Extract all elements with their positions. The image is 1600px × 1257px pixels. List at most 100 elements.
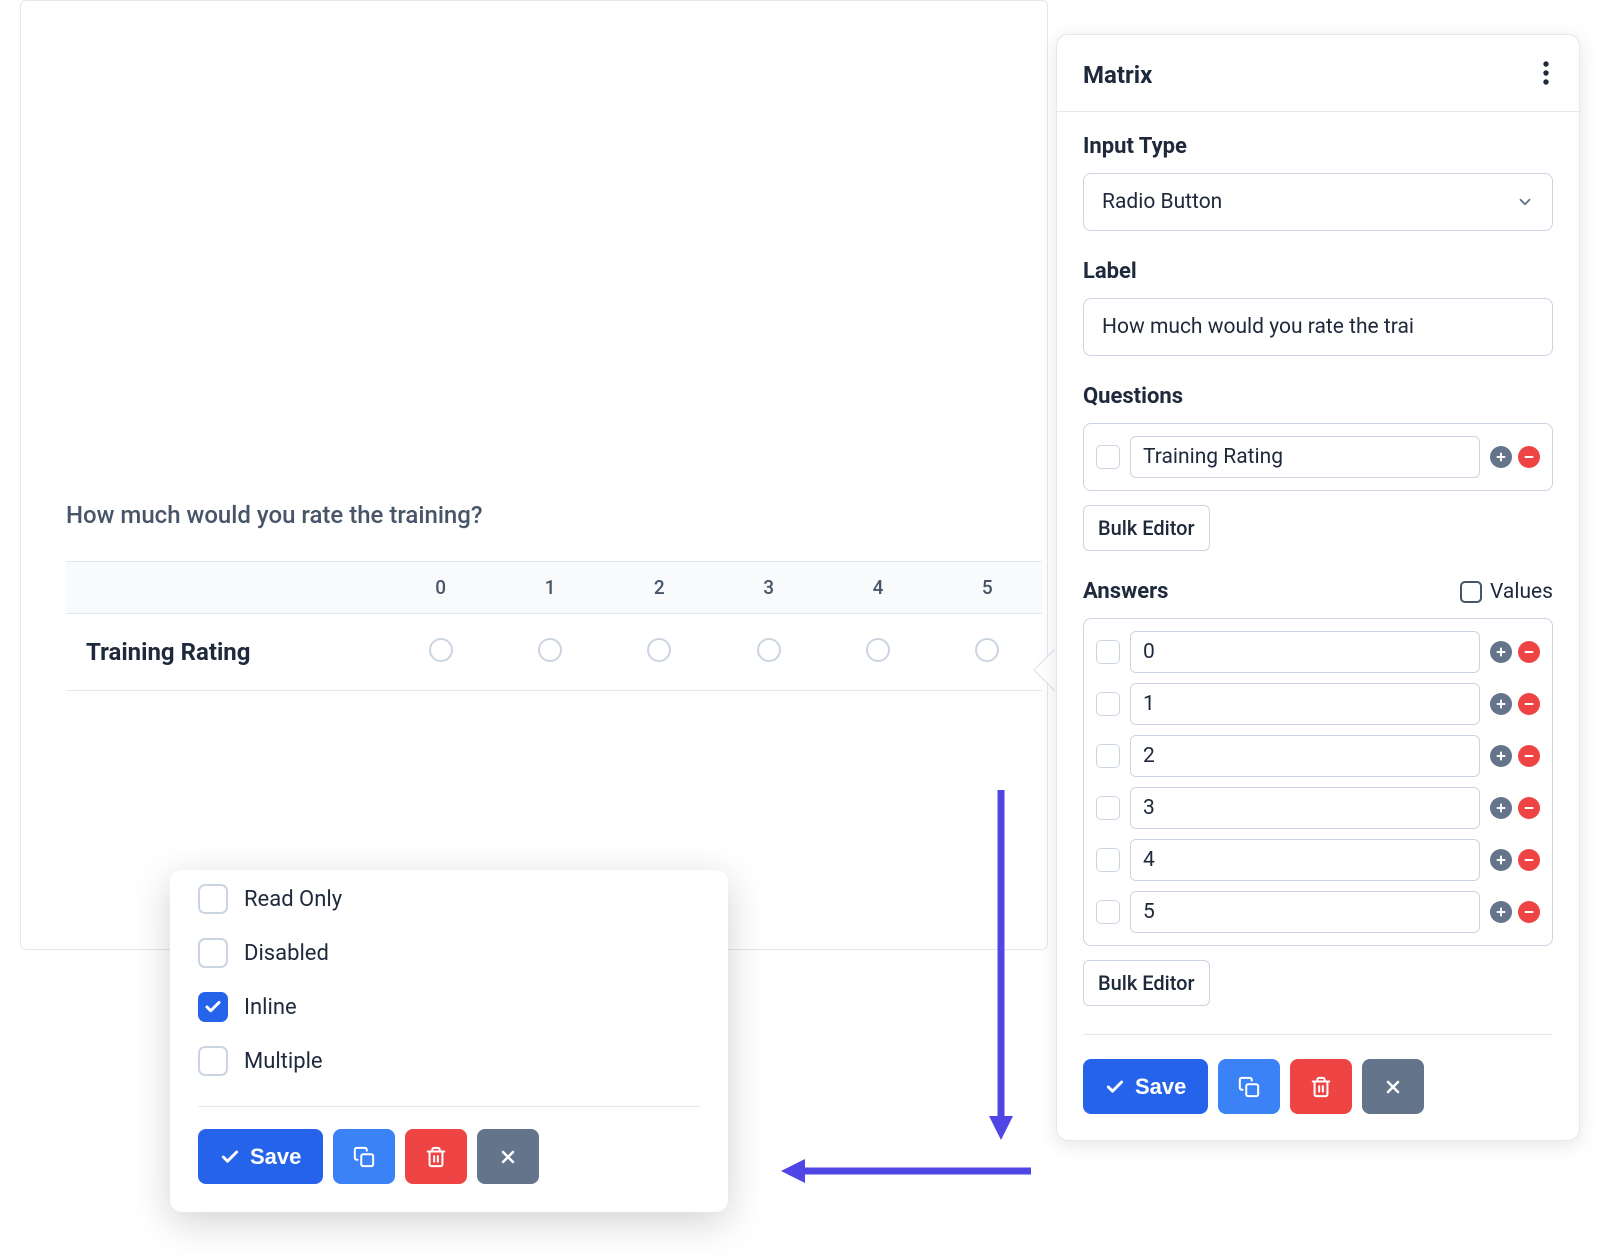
answer-input[interactable] [1130,787,1480,829]
option-label: Disabled [244,941,329,966]
minus-icon [1523,698,1535,710]
questions-label: Questions [1083,384,1553,409]
minus-icon [1523,646,1535,658]
answer-input[interactable] [1130,683,1480,725]
answer-row [1096,735,1540,777]
matrix-radio-3[interactable] [757,638,781,662]
add-answer-button[interactable] [1490,849,1512,871]
checkbox-unchecked-icon [198,1046,228,1076]
answer-row [1096,891,1540,933]
answer-row [1096,839,1540,881]
remove-answer-button[interactable] [1518,745,1540,767]
input-type-label: Input Type [1083,134,1553,159]
trash-icon [425,1146,447,1168]
config-panel: Matrix Input Type Radio Button Label Que… [1056,34,1580,1141]
popover-save-button[interactable]: Save [198,1129,323,1184]
dots-vertical-icon [1543,61,1549,85]
checkbox-checked-icon [198,992,228,1022]
add-answer-button[interactable] [1490,641,1512,663]
question-row [1096,436,1540,478]
save-label: Save [1135,1074,1186,1100]
answer-input[interactable] [1130,735,1480,777]
drag-handle[interactable] [1096,445,1120,469]
preview-panel: How much would you rate the training? 0 … [20,0,1048,950]
more-menu-button[interactable] [1539,57,1553,93]
matrix-radio-4[interactable] [866,638,890,662]
minus-icon [1523,750,1535,762]
drag-handle[interactable] [1096,640,1120,664]
answer-row [1096,787,1540,829]
close-button[interactable] [1362,1059,1424,1114]
close-icon [1383,1077,1403,1097]
drag-handle[interactable] [1096,900,1120,924]
copy-icon [353,1146,375,1168]
drag-handle[interactable] [1096,692,1120,716]
options-popover: Read Only Disabled Inline Multiple Save [170,870,728,1212]
answers-bulk-editor-button[interactable]: Bulk Editor [1083,960,1210,1006]
save-button[interactable]: Save [1083,1059,1208,1114]
answer-row [1096,683,1540,725]
answer-input[interactable] [1130,891,1480,933]
chevron-down-icon [1516,193,1534,211]
input-type-value: Radio Button [1102,190,1222,214]
input-type-select[interactable]: Radio Button [1083,173,1553,231]
label-input[interactable] [1083,298,1553,356]
matrix-header-col: 4 [823,562,932,614]
label-label: Label [1083,259,1553,284]
checkbox-unchecked-icon [198,884,228,914]
annotation-arrow-left [781,1155,1031,1187]
popover-close-button[interactable] [477,1129,539,1184]
popover-copy-button[interactable] [333,1129,395,1184]
minus-icon [1523,451,1535,463]
remove-answer-button[interactable] [1518,901,1540,923]
remove-answer-button[interactable] [1518,849,1540,871]
option-row[interactable]: Disabled [198,924,700,978]
copy-button[interactable] [1218,1059,1280,1114]
popover-delete-button[interactable] [405,1129,467,1184]
preview-question-label: How much would you rate the training? [66,501,1042,529]
option-row[interactable]: Read Only [198,870,700,924]
add-answer-button[interactable] [1490,797,1512,819]
remove-question-button[interactable] [1518,446,1540,468]
matrix-radio-2[interactable] [647,638,671,662]
matrix-table: 0 1 2 3 4 5 Training Rating [66,561,1042,691]
option-row[interactable]: Multiple [198,1032,700,1086]
plus-icon [1495,906,1507,918]
plus-icon [1495,451,1507,463]
matrix-header-empty [66,562,386,614]
values-toggle[interactable]: Values [1460,580,1553,604]
answer-input[interactable] [1130,631,1480,673]
question-input[interactable] [1130,436,1480,478]
add-answer-button[interactable] [1490,901,1512,923]
delete-button[interactable] [1290,1059,1352,1114]
add-answer-button[interactable] [1490,745,1512,767]
config-title: Matrix [1083,61,1152,89]
panel-pointer-inner-icon [1035,650,1055,690]
plus-icon [1495,698,1507,710]
option-row[interactable]: Inline [198,978,700,1032]
add-question-button[interactable] [1490,446,1512,468]
remove-answer-button[interactable] [1518,641,1540,663]
matrix-row-label: Training Rating [66,614,386,691]
check-icon [220,1147,240,1167]
matrix-header-col: 2 [605,562,714,614]
option-label: Inline [244,995,297,1020]
matrix-radio-0[interactable] [429,638,453,662]
drag-handle[interactable] [1096,848,1120,872]
remove-answer-button[interactable] [1518,797,1540,819]
matrix-radio-1[interactable] [538,638,562,662]
questions-bulk-editor-button[interactable]: Bulk Editor [1083,505,1210,551]
matrix-header-col: 3 [714,562,823,614]
checkbox-unchecked-icon [198,938,228,968]
minus-icon [1523,906,1535,918]
plus-icon [1495,802,1507,814]
remove-answer-button[interactable] [1518,693,1540,715]
check-icon [1105,1077,1125,1097]
drag-handle[interactable] [1096,796,1120,820]
drag-handle[interactable] [1096,744,1120,768]
matrix-radio-5[interactable] [975,638,999,662]
answer-input[interactable] [1130,839,1480,881]
matrix-header-col: 5 [933,562,1042,614]
option-label: Multiple [244,1049,323,1074]
add-answer-button[interactable] [1490,693,1512,715]
